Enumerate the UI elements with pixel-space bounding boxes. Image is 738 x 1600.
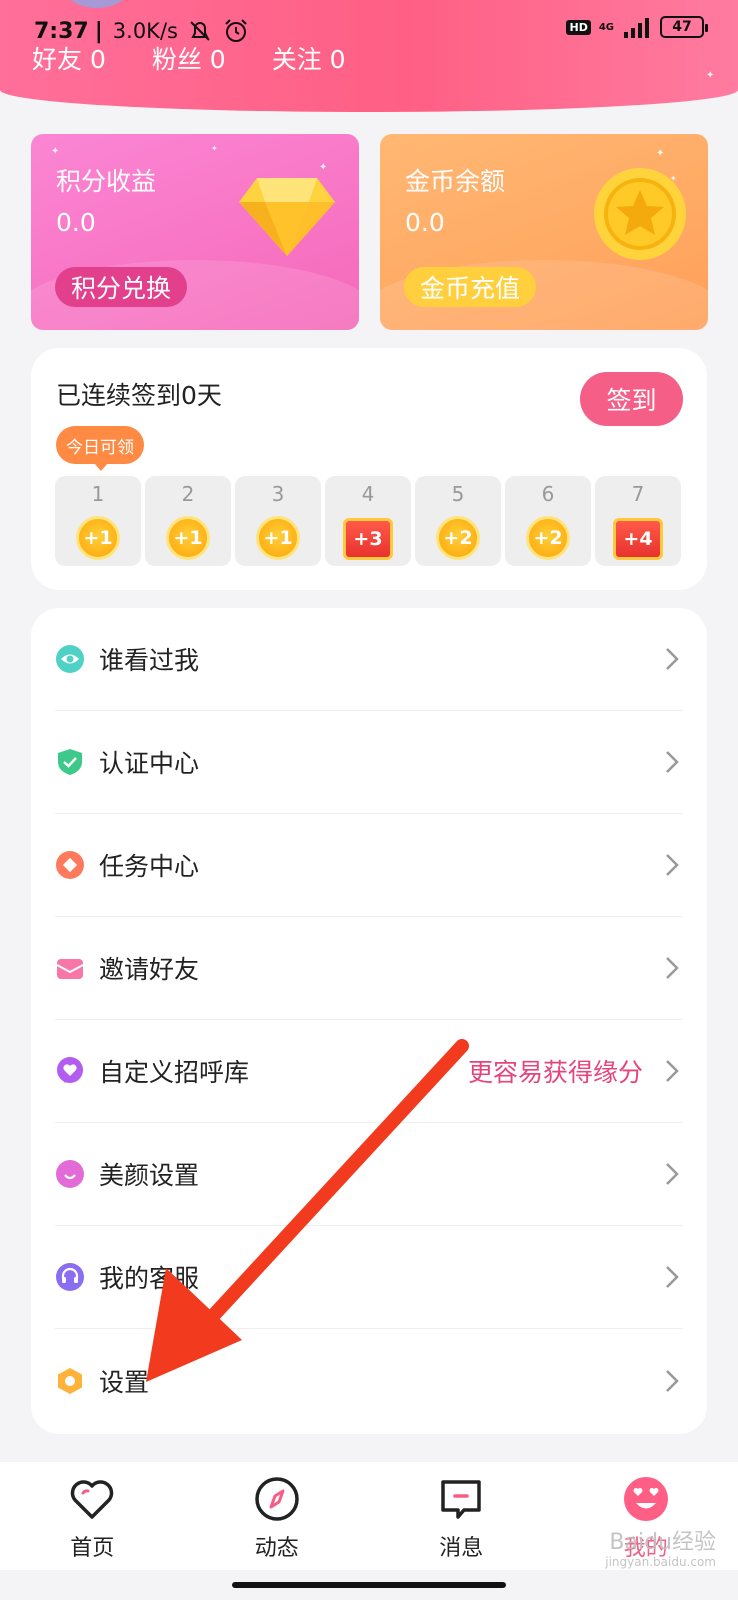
shield-check-icon bbox=[58, 749, 82, 775]
watermark: Baidu经验 jingyan.baidu.com bbox=[605, 1530, 716, 1569]
menu-item-beauty-settings[interactable]: 美颜设置 bbox=[55, 1123, 683, 1226]
menu-hint: 更容易获得缘分 bbox=[467, 1058, 643, 1087]
menu-list: 谁看过我 认证中心 任务中心 邀请好友 自定义招呼库 更容易获得缘分 美颜设置 … bbox=[31, 608, 707, 1434]
chevron-right-icon bbox=[666, 1266, 679, 1288]
coins-recharge-button[interactable]: 金币充值 bbox=[404, 267, 537, 307]
signin-day[interactable]: 4 +3 bbox=[325, 476, 411, 566]
menu-item-customer-service[interactable]: 我的客服 bbox=[55, 1226, 683, 1329]
menu-item-invite[interactable]: 邀请好友 bbox=[55, 917, 683, 1020]
chevron-right-icon bbox=[666, 751, 679, 773]
hd-badge: HD bbox=[566, 19, 591, 35]
fans-count[interactable]: 粉丝 0 bbox=[152, 40, 226, 76]
points-card[interactable]: ✦ ✦ ✦ 积分收益 0.0 积分兑换 bbox=[31, 134, 359, 330]
gold-coin-icon bbox=[594, 168, 686, 260]
task-diamond-icon bbox=[56, 851, 84, 879]
profile-header: 7:37 | 3.0K/s HD 4G 47 好友 0 粉丝 0 关注 0 ✦ bbox=[0, 0, 738, 112]
tab-messages[interactable]: 消息 bbox=[401, 1462, 521, 1562]
signin-day[interactable]: 2 +1 bbox=[145, 476, 231, 566]
menu-item-verification[interactable]: 认证中心 bbox=[55, 711, 683, 814]
coins-title: 金币余额 bbox=[405, 167, 506, 196]
chevron-right-icon bbox=[666, 1369, 679, 1392]
chevron-right-icon bbox=[666, 957, 679, 979]
following-count[interactable]: 关注 0 bbox=[272, 40, 346, 76]
home-indicator bbox=[232, 1582, 506, 1588]
signin-button[interactable]: 签到 bbox=[580, 372, 683, 426]
signin-day[interactable]: 6 +2 bbox=[505, 476, 591, 566]
coin-icon: +1 bbox=[76, 516, 120, 560]
chevron-right-icon bbox=[666, 648, 679, 670]
sparkle-icon: ✦ bbox=[211, 144, 218, 153]
envelope-icon bbox=[56, 959, 84, 979]
points-title: 积分收益 bbox=[56, 167, 157, 196]
sparkle-icon: ✦ bbox=[51, 146, 60, 157]
battery-icon: 47 bbox=[660, 16, 708, 38]
heart-bubble-icon bbox=[57, 1057, 83, 1083]
coin-icon: +1 bbox=[166, 516, 210, 560]
network-type: 4G bbox=[598, 21, 614, 33]
tab-home[interactable]: 首页 bbox=[32, 1462, 152, 1562]
signin-day[interactable]: 3 +1 bbox=[235, 476, 321, 566]
menu-item-settings[interactable]: 设置 bbox=[55, 1329, 683, 1432]
smiley-love-icon bbox=[623, 1477, 668, 1521]
coin-icon: +2 bbox=[526, 516, 570, 560]
signal-icon bbox=[624, 18, 649, 38]
gear-hexagon-icon bbox=[58, 1367, 82, 1394]
signin-day[interactable]: 5 +2 bbox=[415, 476, 501, 566]
message-icon bbox=[441, 1480, 481, 1519]
chevron-right-icon bbox=[666, 854, 679, 876]
heart-outline-icon bbox=[71, 1480, 114, 1519]
signin-panel: 已连续签到0天 签到 今日可领 1 +1 2 +1 3 +1 4 +3 5 +2… bbox=[31, 348, 707, 590]
coins-value: 0.0 bbox=[405, 208, 445, 237]
menu-item-greeting-library[interactable]: 自定义招呼库 更容易获得缘分 bbox=[55, 1020, 683, 1123]
chevron-right-icon bbox=[666, 1060, 679, 1082]
menu-item-tasks[interactable]: 任务中心 bbox=[55, 814, 683, 917]
eye-icon bbox=[56, 645, 84, 673]
treasure-chest-icon: +4 bbox=[613, 518, 663, 560]
points-value: 0.0 bbox=[56, 208, 96, 237]
treasure-chest-icon: +3 bbox=[343, 518, 393, 560]
points-exchange-button[interactable]: 积分兑换 bbox=[55, 267, 188, 307]
tab-moments[interactable]: 动态 bbox=[217, 1462, 337, 1562]
chevron-right-icon bbox=[666, 1163, 679, 1185]
compass-icon bbox=[255, 1477, 299, 1521]
sparkle-icon: ✦ bbox=[656, 148, 665, 159]
social-stats: 好友 0 粉丝 0 关注 0 bbox=[32, 40, 346, 76]
menu-item-visitors[interactable]: 谁看过我 bbox=[55, 608, 683, 711]
signin-day-row: 1 +1 2 +1 3 +1 4 +3 5 +2 6 +2 7 +4 bbox=[55, 476, 681, 566]
coin-icon: +1 bbox=[256, 516, 300, 560]
friends-count[interactable]: 好友 0 bbox=[32, 40, 106, 76]
today-claimable-tip: 今日可领 bbox=[56, 426, 144, 471]
sparkle-icon: ✦ bbox=[706, 70, 715, 81]
coins-card[interactable]: ✦ ✦ 金币余额 0.0 金币充值 bbox=[380, 134, 708, 330]
headset-icon bbox=[56, 1263, 84, 1291]
signin-streak-label: 已连续签到0天 bbox=[56, 381, 222, 410]
signin-day[interactable]: 1 +1 bbox=[55, 476, 141, 566]
signin-day[interactable]: 7 +4 bbox=[595, 476, 681, 566]
diamond-icon bbox=[239, 178, 335, 256]
beauty-smile-icon bbox=[56, 1160, 84, 1188]
coin-icon: +2 bbox=[436, 516, 480, 560]
avatar[interactable] bbox=[62, 0, 132, 8]
